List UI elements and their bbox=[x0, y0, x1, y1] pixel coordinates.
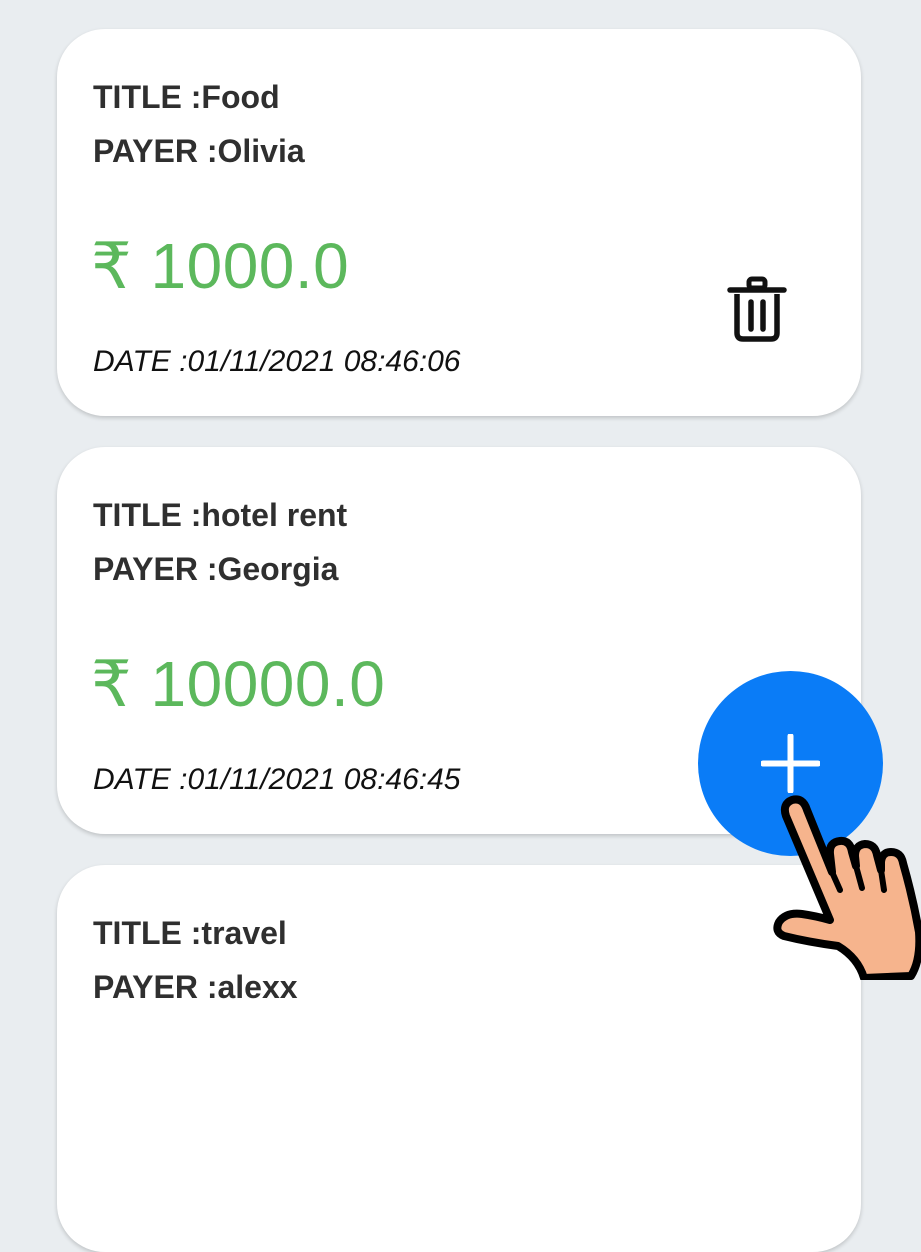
expense-card[interactable]: TITLE :travel PAYER :alexx bbox=[57, 865, 861, 1252]
expense-title: TITLE :travel bbox=[93, 915, 287, 952]
title-value: travel bbox=[201, 915, 287, 951]
expense-title: TITLE :Food bbox=[93, 79, 280, 116]
payer-label: PAYER : bbox=[93, 551, 218, 587]
expense-payer: PAYER :alexx bbox=[93, 969, 298, 1006]
hand-pointer-icon bbox=[770, 790, 921, 982]
plus-icon bbox=[760, 733, 821, 798]
expense-amount: ₹ 1000.0 bbox=[91, 230, 350, 302]
payer-label: PAYER : bbox=[93, 133, 218, 169]
title-label: TITLE : bbox=[93, 497, 202, 533]
date-label: DATE : bbox=[93, 763, 188, 796]
delete-button[interactable] bbox=[725, 275, 789, 345]
expense-date: DATE :01/11/2021 08:46:06 bbox=[93, 345, 461, 379]
title-label: TITLE : bbox=[93, 915, 202, 951]
payer-value: alexx bbox=[217, 969, 298, 1005]
title-value: Food bbox=[201, 79, 280, 115]
expense-title: TITLE :hotel rent bbox=[93, 497, 347, 534]
expense-date: DATE :01/11/2021 08:46:45 bbox=[93, 763, 461, 797]
date-value: 01/11/2021 08:46:45 bbox=[187, 763, 461, 796]
expense-card[interactable]: TITLE :Food PAYER :Olivia ₹ 1000.0 DATE … bbox=[57, 29, 861, 416]
expense-amount: ₹ 10000.0 bbox=[91, 648, 386, 720]
date-label: DATE : bbox=[93, 345, 188, 378]
date-value: 01/11/2021 08:46:06 bbox=[187, 345, 461, 378]
payer-value: Georgia bbox=[217, 551, 339, 587]
title-label: TITLE : bbox=[93, 79, 202, 115]
title-value: hotel rent bbox=[201, 497, 348, 533]
payer-value: Olivia bbox=[217, 133, 305, 169]
expense-payer: PAYER :Georgia bbox=[93, 551, 338, 588]
expense-payer: PAYER :Olivia bbox=[93, 133, 305, 170]
payer-label: PAYER : bbox=[93, 969, 218, 1005]
trash-icon bbox=[725, 275, 789, 345]
